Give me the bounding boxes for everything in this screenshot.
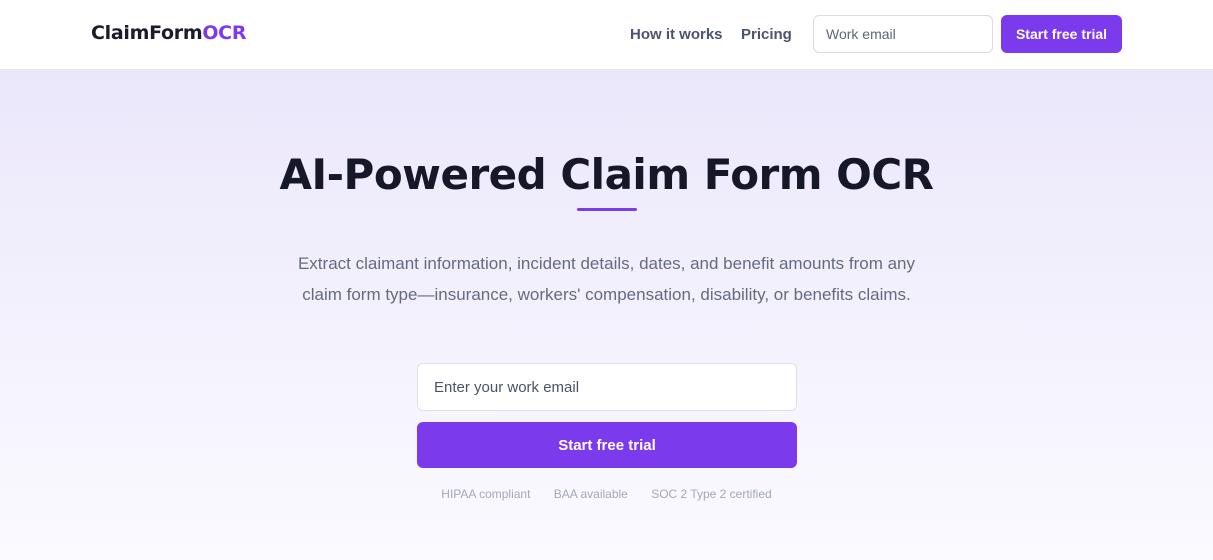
hero-section: AI-Powered Claim Form OCR Extract claima… bbox=[0, 70, 1213, 560]
hero-start-trial-button[interactable]: Start free trial bbox=[417, 422, 797, 468]
badge-baa: BAA available bbox=[553, 487, 628, 501]
badge-soc2: SOC 2 Type 2 certified bbox=[651, 487, 772, 501]
hero-subtitle: Extract claimant information, incident d… bbox=[297, 254, 916, 304]
nav-link-pricing[interactable]: Pricing bbox=[741, 26, 792, 43]
nav-start-trial-button[interactable]: Start free trial bbox=[1001, 15, 1122, 53]
hero-title: AI-Powered Claim Form OCR bbox=[279, 150, 934, 199]
title-underline bbox=[577, 208, 637, 211]
logo-accent-text: OCR bbox=[202, 22, 247, 44]
brand-logo[interactable]: ClaimFormOCR bbox=[91, 22, 246, 44]
compliance-badges: HIPAA compliant BAA available SOC 2 Type… bbox=[0, 487, 1213, 501]
top-nav: ClaimFormOCR How it works Pricing Start … bbox=[0, 0, 1213, 70]
logo-text: ClaimForm bbox=[91, 22, 203, 44]
nav-email-input[interactable] bbox=[813, 15, 993, 53]
badge-hipaa: HIPAA compliant bbox=[441, 487, 531, 501]
nav-link-how-it-works[interactable]: How it works bbox=[630, 26, 723, 43]
hero-email-input[interactable] bbox=[417, 363, 797, 411]
